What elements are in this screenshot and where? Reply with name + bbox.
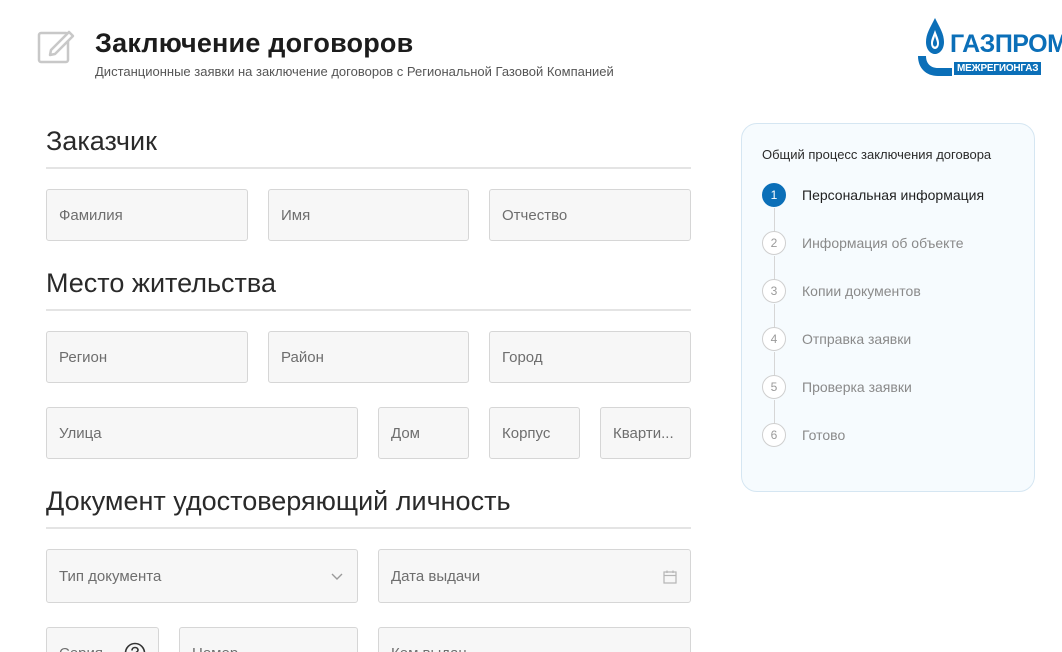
step-label: Отправка заявки — [802, 331, 912, 347]
series-field[interactable] — [46, 627, 159, 652]
edit-icon — [36, 26, 76, 66]
house-field[interactable] — [378, 407, 469, 459]
step-connector — [774, 400, 775, 424]
number-input[interactable] — [180, 628, 357, 652]
apartment-field[interactable] — [600, 407, 691, 459]
step-connector — [774, 208, 775, 232]
patronymic-field[interactable] — [489, 189, 691, 241]
step-number: 2 — [762, 231, 786, 255]
logo-subtext: МЕЖРЕГИОНГАЗ — [954, 62, 1042, 75]
issue-date-field[interactable] — [378, 549, 691, 603]
house-input[interactable] — [379, 408, 468, 458]
step-label: Персональная информация — [802, 187, 985, 203]
step-connector — [774, 304, 775, 328]
region-input[interactable] — [47, 332, 247, 382]
step-review-application[interactable]: 5 Проверка заявки — [762, 375, 1022, 401]
region-field[interactable] — [46, 331, 248, 383]
district-input[interactable] — [269, 332, 468, 382]
building-field[interactable] — [489, 407, 580, 459]
section-title-identity-document: Документ удостоверяющий личность — [46, 486, 511, 516]
step-done[interactable]: 6 Готово — [762, 423, 1022, 449]
city-input[interactable] — [490, 332, 690, 382]
step-label: Информация об объекте — [802, 235, 964, 251]
document-type-input[interactable] — [47, 550, 357, 602]
page-title: Заключение договоров — [95, 28, 414, 58]
step-label: Готово — [802, 427, 846, 443]
city-field[interactable] — [489, 331, 691, 383]
page-header: Заключение договоров Дистанционные заявк… — [0, 0, 1062, 100]
logo-text: ГАЗПРОМ — [950, 30, 1062, 58]
section-divider — [46, 167, 691, 169]
step-submit-application[interactable]: 4 Отправка заявки — [762, 327, 1022, 353]
street-field[interactable] — [46, 407, 358, 459]
step-connector — [774, 256, 775, 280]
first-name-field[interactable] — [268, 189, 469, 241]
step-personal-info[interactable]: 1 Персональная информация — [762, 183, 1022, 209]
step-number: 5 — [762, 375, 786, 399]
street-input[interactable] — [47, 408, 357, 458]
section-title-residence: Место жительства — [46, 268, 276, 298]
section-divider — [46, 309, 691, 311]
issued-by-field[interactable] — [378, 627, 691, 652]
apartment-input[interactable] — [601, 408, 690, 458]
step-label: Проверка заявки — [802, 379, 912, 395]
section-title-customer: Заказчик — [46, 126, 157, 156]
step-object-info[interactable]: 2 Информация об объекте — [762, 231, 1022, 257]
building-input[interactable] — [490, 408, 579, 458]
step-connector — [774, 352, 775, 376]
step-number: 4 — [762, 327, 786, 351]
step-number: 3 — [762, 279, 786, 303]
patronymic-input[interactable] — [490, 190, 690, 240]
number-field[interactable] — [179, 627, 358, 652]
step-document-copies[interactable]: 3 Копии документов — [762, 279, 1022, 305]
gazprom-logo[interactable]: ГАЗПРОМ МЕЖРЕГИОНГАЗ — [912, 16, 1062, 80]
document-type-select[interactable] — [46, 549, 358, 603]
last-name-input[interactable] — [47, 190, 247, 240]
step-number: 6 — [762, 423, 786, 447]
step-label: Копии документов — [802, 283, 921, 299]
section-divider — [46, 527, 691, 529]
calendar-icon[interactable] — [662, 569, 678, 585]
step-number: 1 — [762, 183, 786, 207]
issued-by-input[interactable] — [379, 628, 690, 652]
first-name-input[interactable] — [269, 190, 468, 240]
last-name-field[interactable] — [46, 189, 248, 241]
page-subtitle: Дистанционные заявки на заключение догов… — [95, 64, 614, 79]
chevron-down-icon — [329, 569, 345, 585]
process-steps-card: Общий процесс заключения договора 1 Перс… — [741, 123, 1035, 492]
issue-date-input[interactable] — [379, 550, 690, 602]
process-title: Общий процесс заключения договора — [762, 147, 992, 162]
district-field[interactable] — [268, 331, 469, 383]
help-icon[interactable] — [124, 642, 146, 652]
